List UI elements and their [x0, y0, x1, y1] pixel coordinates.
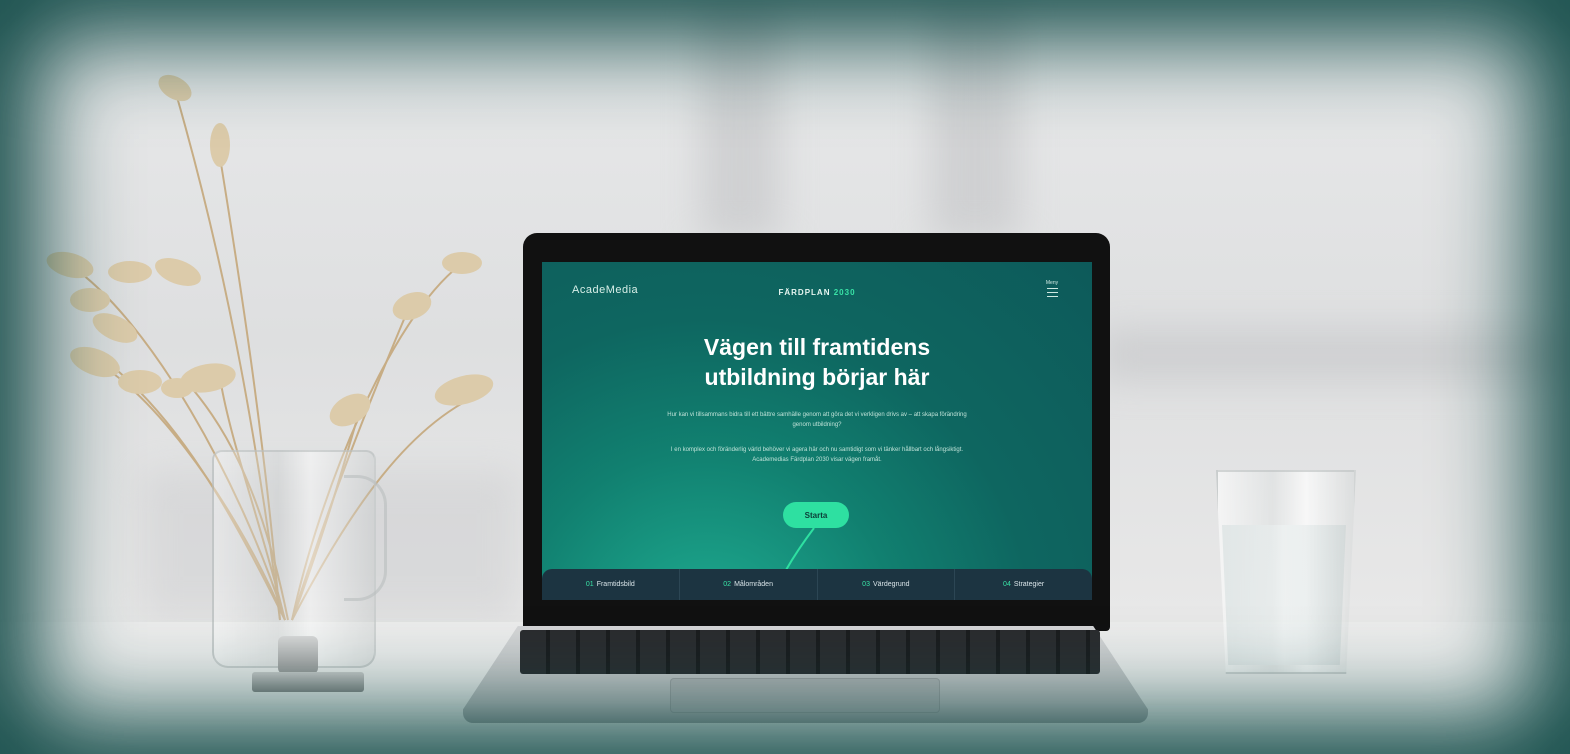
nav-item-number: 02	[723, 581, 732, 588]
site-brand[interactable]: FÄRDPLAN 2030	[542, 288, 1092, 297]
nav-item-label: Framtidsbild	[596, 581, 635, 588]
nav-item-number: 04	[1003, 581, 1011, 588]
binder-clip	[278, 636, 318, 674]
start-button[interactable]: Starta	[783, 502, 849, 528]
window-shadow	[1100, 330, 1570, 380]
hero-title: Vägen till framtidens utbildning börjar …	[542, 332, 1092, 392]
photo-background: AcadeMedia FÄRDPLAN 2030 Meny Vägen till…	[0, 0, 1570, 754]
laptop-trackpad[interactable]	[670, 678, 940, 713]
nav-item-label: Målområden	[734, 581, 773, 588]
start-connector-line	[785, 527, 815, 571]
nav-item-label: Värdegrund	[872, 581, 910, 588]
water-glass-water	[1222, 525, 1346, 665]
nav-item-framtidsbild[interactable]: 01 Framtidsbild	[542, 569, 679, 600]
window-shadow	[930, 0, 1020, 240]
section-navigation: 01 Framtidsbild 02 Målområden 03 Värdegr…	[542, 569, 1092, 600]
glass-vase-handle	[344, 475, 387, 601]
nav-item-number: 03	[862, 581, 870, 588]
brand-year: 2030	[833, 288, 856, 297]
nav-item-malomraden[interactable]: 02 Målområden	[678, 569, 817, 600]
hamburger-icon	[1046, 288, 1058, 297]
binder-clip-base	[252, 672, 364, 692]
menu-button[interactable]: Meny	[1040, 280, 1064, 297]
menu-label: Meny	[1045, 280, 1059, 286]
nav-item-label: Strategier	[1013, 581, 1045, 588]
hero-title-line-1: Vägen till framtidens	[703, 334, 931, 360]
laptop-screen: AcadeMedia FÄRDPLAN 2030 Meny Vägen till…	[542, 262, 1092, 600]
hero-paragraph-2: I en komplex och föränderlig värld behöv…	[670, 447, 964, 463]
laptop-keyboard	[520, 630, 1100, 674]
nav-item-number: 01	[585, 581, 594, 588]
hero-paragraph-1: Hur kan vi tillsammans bidra till ett bä…	[667, 412, 967, 428]
nav-item-strategier[interactable]: 04 Strategier	[954, 569, 1092, 600]
window-shadow	[700, 0, 780, 240]
brand-word: FÄRDPLAN	[778, 288, 831, 297]
hero-title-line-2: utbildning börjar här	[704, 364, 930, 390]
nav-item-vardegrund[interactable]: 03 Värdegrund	[816, 569, 955, 600]
